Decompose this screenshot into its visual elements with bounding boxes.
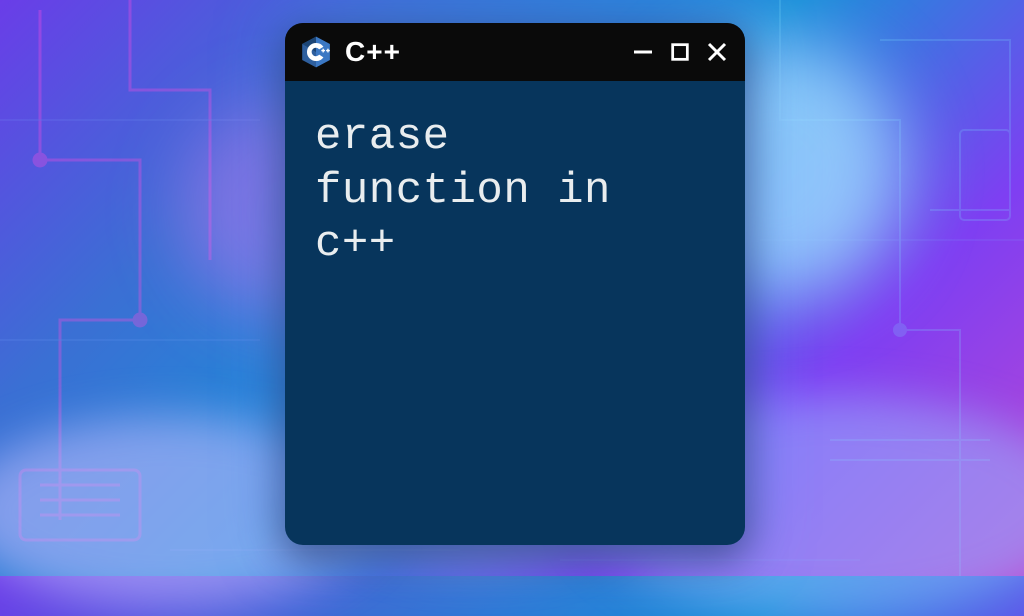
- app-window: C++ erase function in c++: [285, 23, 745, 545]
- window-content: erase function in c++: [285, 81, 745, 545]
- minimize-button[interactable]: [631, 40, 655, 64]
- titlebar[interactable]: C++: [285, 23, 745, 81]
- body-text: erase function in c++: [315, 111, 715, 272]
- close-button[interactable]: [705, 40, 729, 64]
- maximize-button[interactable]: [669, 41, 691, 63]
- window-title: C++: [345, 36, 619, 68]
- window-controls: [631, 40, 729, 64]
- cpp-logo-icon: [299, 35, 333, 69]
